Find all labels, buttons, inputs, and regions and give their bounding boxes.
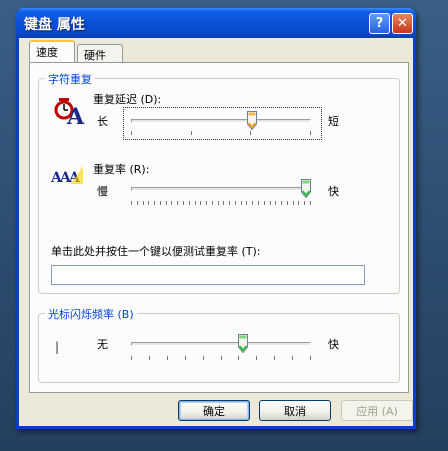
repeat-delay-slider[interactable]	[131, 111, 311, 137]
character-repeat-group: 字符重复 A 重复延迟 (D): 长 短 A A A 重复率 (R): 慢 快 …	[38, 71, 400, 294]
slider-tick	[160, 201, 161, 205]
slider-tick	[212, 201, 213, 205]
tab-panel-speed: 字符重复 A 重复延迟 (D): 长 短 A A A 重复率 (R): 慢 快 …	[29, 62, 409, 393]
close-button[interactable]: ✕	[392, 13, 413, 34]
slider-tick	[229, 201, 230, 205]
repeat-delay-label: 重复延迟 (D):	[93, 93, 162, 106]
slider-tick	[252, 201, 253, 205]
cursor-blink-thumb[interactable]	[238, 334, 248, 353]
slider-tick	[171, 201, 172, 205]
cursor-blink-none-label: 无	[97, 338, 108, 351]
slider-tick	[223, 201, 224, 205]
repeat-rate-slow-label: 慢	[97, 185, 108, 198]
cursor-blink-slider[interactable]	[131, 334, 311, 364]
slider-tick	[293, 201, 294, 205]
tab-hardware[interactable]: 硬件	[77, 44, 123, 64]
slider-tick	[143, 201, 144, 205]
repeat-rate-slider[interactable]	[131, 179, 311, 209]
slider-tick	[270, 201, 271, 205]
slider-tick	[167, 356, 168, 360]
slider-tick	[148, 201, 149, 205]
slider-tick	[310, 356, 311, 360]
slider-tick	[131, 356, 132, 360]
slider-tick	[275, 201, 276, 205]
slider-tick	[304, 201, 305, 205]
slider-tick	[185, 356, 186, 360]
repeat-delay-thumb[interactable]	[247, 111, 257, 130]
repeat-rate-icon: A A A	[51, 166, 83, 186]
slider-tick	[183, 201, 184, 205]
slider-tick	[281, 201, 282, 205]
slider-tick	[177, 201, 178, 205]
slider-tick	[274, 356, 275, 360]
slider-tick	[258, 201, 259, 205]
repeat-rate-thumb[interactable]	[301, 179, 311, 198]
help-icon: ?	[375, 16, 384, 31]
slider-tick	[206, 201, 207, 205]
slider-tick	[203, 356, 204, 360]
slider-tick	[131, 201, 132, 205]
slider-tick	[137, 201, 138, 205]
window-title: 键盘 属性	[24, 17, 85, 33]
slider-tick	[238, 356, 239, 360]
ok-button[interactable]: 确定	[178, 400, 250, 421]
slider-tick	[191, 131, 192, 135]
repeat-delay-track	[131, 119, 311, 123]
test-repeat-input[interactable]	[51, 265, 365, 285]
slider-tick	[235, 201, 236, 205]
cursor-blink-legend: 光标闪烁频率 (B)	[45, 306, 137, 322]
slider-tick	[149, 356, 150, 360]
slider-tick	[287, 201, 288, 205]
title-bar[interactable]: 键盘 属性 ? ✕	[16, 8, 416, 38]
keyboard-properties-dialog: 键盘 属性 ? ✕ 速度 硬件 字符重复 A 重复延迟 (D): 长 短 A A…	[16, 8, 416, 429]
slider-tick	[189, 201, 190, 205]
tab-speed[interactable]: 速度	[29, 40, 75, 62]
svg-text:A: A	[66, 104, 85, 127]
slider-tick	[310, 201, 311, 205]
close-icon: ✕	[397, 16, 408, 31]
slider-tick	[200, 201, 201, 205]
cursor-blink-preview-icon: |	[55, 340, 60, 354]
cursor-blink-track	[131, 342, 311, 346]
slider-tick	[218, 201, 219, 205]
slider-tick	[166, 201, 167, 205]
slider-tick	[221, 356, 222, 360]
cursor-blink-group: 光标闪烁频率 (B) | 无 快	[38, 306, 400, 383]
repeat-delay-short-label: 短	[328, 115, 339, 128]
repeat-rate-label: 重复率 (R):	[93, 163, 150, 176]
slider-tick	[298, 201, 299, 205]
repeat-rate-fast-label: 快	[328, 185, 339, 198]
slider-tick	[131, 131, 132, 135]
slider-tick	[250, 131, 251, 135]
slider-tick	[310, 131, 311, 135]
help-button[interactable]: ?	[369, 13, 390, 34]
apply-button[interactable]: 应用 (A)	[341, 400, 413, 421]
slider-tick	[264, 201, 265, 205]
repeat-rate-ticks	[131, 201, 311, 205]
slider-tick	[241, 201, 242, 205]
slider-tick	[256, 356, 257, 360]
cancel-button[interactable]: 取消	[259, 400, 331, 421]
repeat-delay-long-label: 长	[97, 115, 108, 128]
slider-tick	[246, 201, 247, 205]
character-repeat-legend: 字符重复	[45, 71, 95, 87]
repeat-delay-ticks	[131, 131, 311, 135]
slider-tick	[195, 201, 196, 205]
slider-tick	[154, 201, 155, 205]
cursor-blink-fast-label: 快	[328, 338, 339, 351]
repeat-delay-icon: A	[54, 98, 85, 127]
slider-tick	[292, 356, 293, 360]
test-repeat-prompt: 单击此处并按住一个键以便测试重复率 (T):	[51, 245, 261, 258]
cursor-blink-ticks	[131, 356, 311, 360]
repeat-rate-track	[131, 187, 311, 191]
